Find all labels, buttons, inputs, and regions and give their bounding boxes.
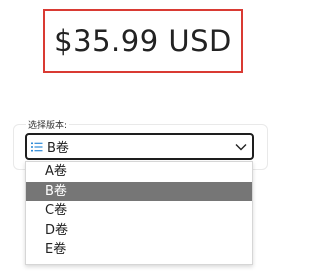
option-c[interactable]: C卷 — [26, 201, 252, 221]
selected-version: B卷 — [47, 141, 69, 156]
option-e[interactable]: E卷 — [26, 240, 252, 260]
version-label: 选择版本: — [26, 118, 70, 131]
option-b[interactable]: B卷 — [26, 181, 252, 201]
version-select[interactable]: B卷 — [25, 133, 254, 160]
version-dropdown: A卷 B卷 C卷 D卷 E卷 — [25, 161, 253, 265]
option-a[interactable]: A卷 — [26, 162, 252, 182]
chevron-down-icon[interactable] — [234, 140, 248, 154]
price-box: $35.99 USD — [43, 9, 243, 73]
list-icon — [30, 140, 44, 154]
price-text: $35.99 USD — [54, 24, 232, 58]
page: $35.99 USD 选择版本: B卷 A卷 B卷 C卷 D卷 E卷 — [0, 0, 287, 277]
option-d[interactable]: D卷 — [26, 221, 252, 241]
